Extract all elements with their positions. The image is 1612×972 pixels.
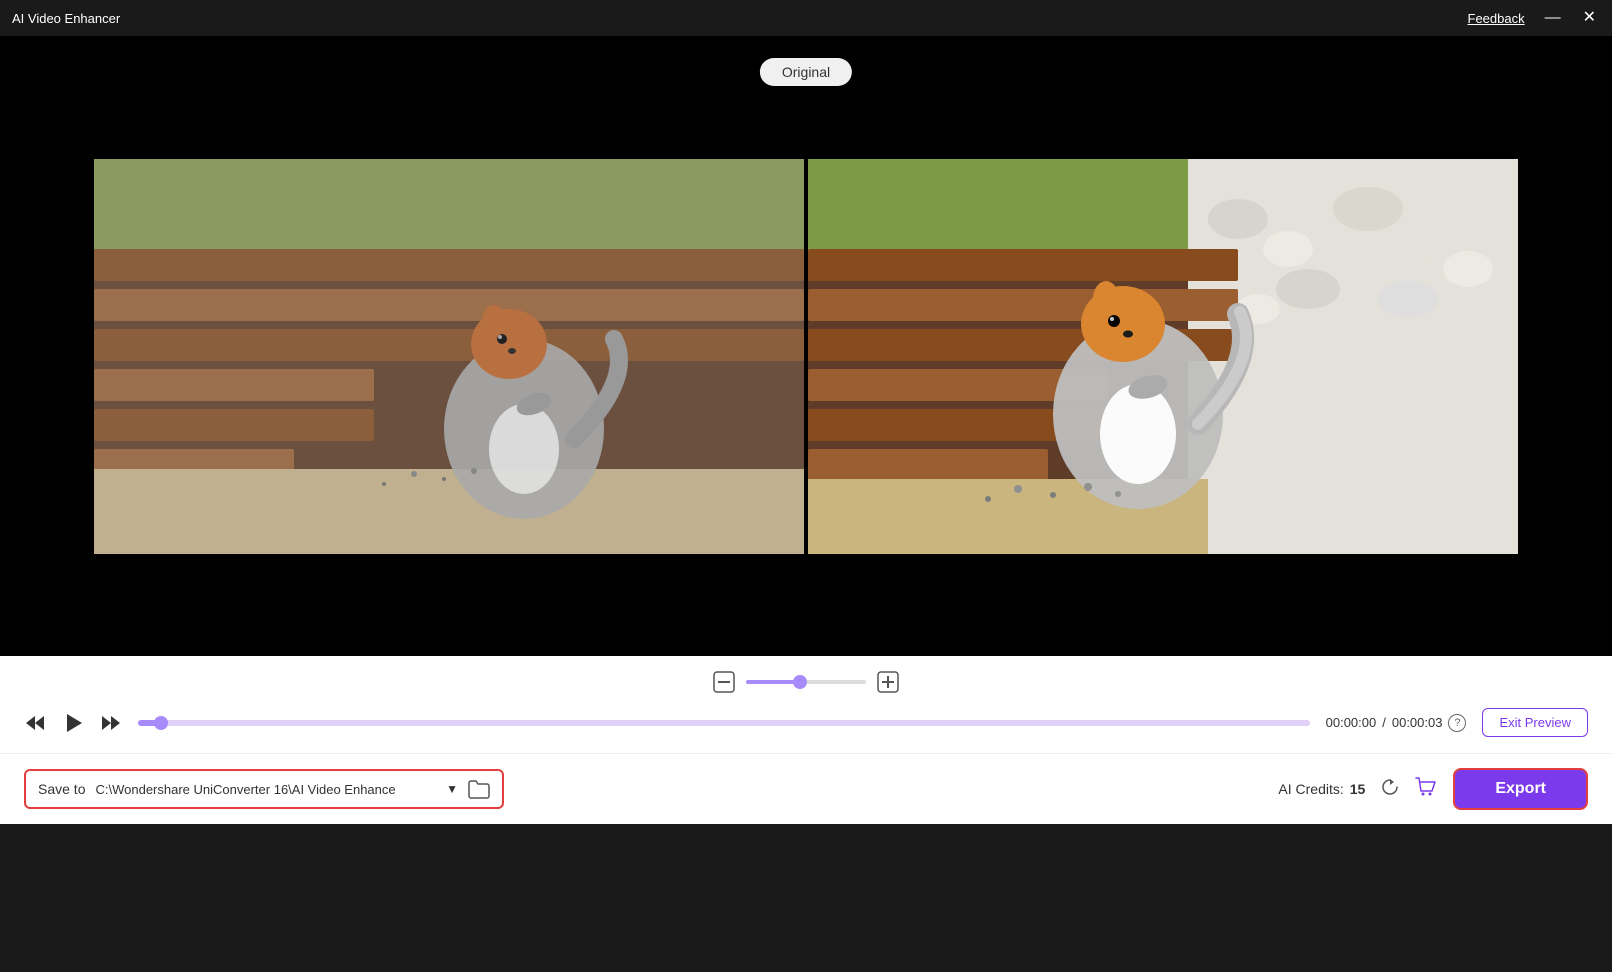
zoom-slider-thumb <box>793 675 807 689</box>
zoom-increase-button[interactable] <box>874 668 902 696</box>
bottom-bar: Save to C:\Wondershare UniConverter 16\A… <box>0 753 1612 824</box>
zoom-slider-container <box>746 680 866 684</box>
save-to-section: Save to C:\Wondershare UniConverter 16\A… <box>24 769 504 809</box>
save-to-label: Save to <box>38 781 85 797</box>
folder-browse-button[interactable] <box>468 779 490 799</box>
video-left-panel <box>94 159 804 554</box>
zoom-controls <box>710 668 902 696</box>
exit-preview-button[interactable]: Exit Preview <box>1482 708 1588 737</box>
help-icon[interactable]: ? <box>1448 714 1466 732</box>
ai-credits-count: 15 <box>1350 781 1366 797</box>
save-path-dropdown[interactable]: C:\Wondershare UniConverter 16\AI Video … <box>95 782 458 797</box>
save-path-text: C:\Wondershare UniConverter 16\AI Video … <box>95 782 395 797</box>
time-display: 00:00:00 / 00:00:03 ? <box>1326 714 1467 732</box>
title-bar: AI Video Enhancer Feedback — ✕ <box>0 0 1612 36</box>
ai-credits-label: AI Credits: <box>1278 781 1343 797</box>
title-bar-left: AI Video Enhancer <box>12 11 120 26</box>
dropdown-arrow-icon: ▼ <box>446 782 458 796</box>
ai-credits-display: AI Credits: 15 <box>1278 781 1365 797</box>
time-total: 00:00:03 <box>1392 715 1443 730</box>
app-title: AI Video Enhancer <box>12 11 120 26</box>
progress-bar-thumb <box>154 716 168 730</box>
original-badge: Original <box>760 58 852 86</box>
progress-bar[interactable] <box>138 720 1310 726</box>
zoom-decrease-button[interactable] <box>710 668 738 696</box>
skip-forward-button[interactable] <box>100 712 122 734</box>
time-separator: / <box>1382 715 1386 730</box>
video-comparison <box>0 36 1612 656</box>
right-section: AI Credits: 15 Export <box>1278 768 1588 810</box>
playback-controls: 00:00:00 / 00:00:03 ? Exit Preview <box>0 708 1612 737</box>
zoom-slider[interactable] <box>746 680 866 684</box>
feedback-link[interactable]: Feedback <box>1468 11 1525 26</box>
control-area: 00:00:00 / 00:00:03 ? Exit Preview <box>0 656 1612 753</box>
export-button[interactable]: Export <box>1453 768 1588 810</box>
minimize-button[interactable]: — <box>1541 8 1565 28</box>
video-area: Original <box>0 36 1612 656</box>
close-button[interactable]: ✕ <box>1579 8 1600 28</box>
time-current: 00:00:00 <box>1326 715 1377 730</box>
window-controls: — ✕ <box>1541 8 1600 28</box>
video-right-panel <box>808 159 1518 554</box>
refresh-credits-button[interactable] <box>1381 778 1399 801</box>
play-button[interactable] <box>62 712 84 734</box>
skip-back-button[interactable] <box>24 712 46 734</box>
cart-button[interactable] <box>1415 777 1437 802</box>
title-bar-right: Feedback — ✕ <box>1468 8 1601 28</box>
